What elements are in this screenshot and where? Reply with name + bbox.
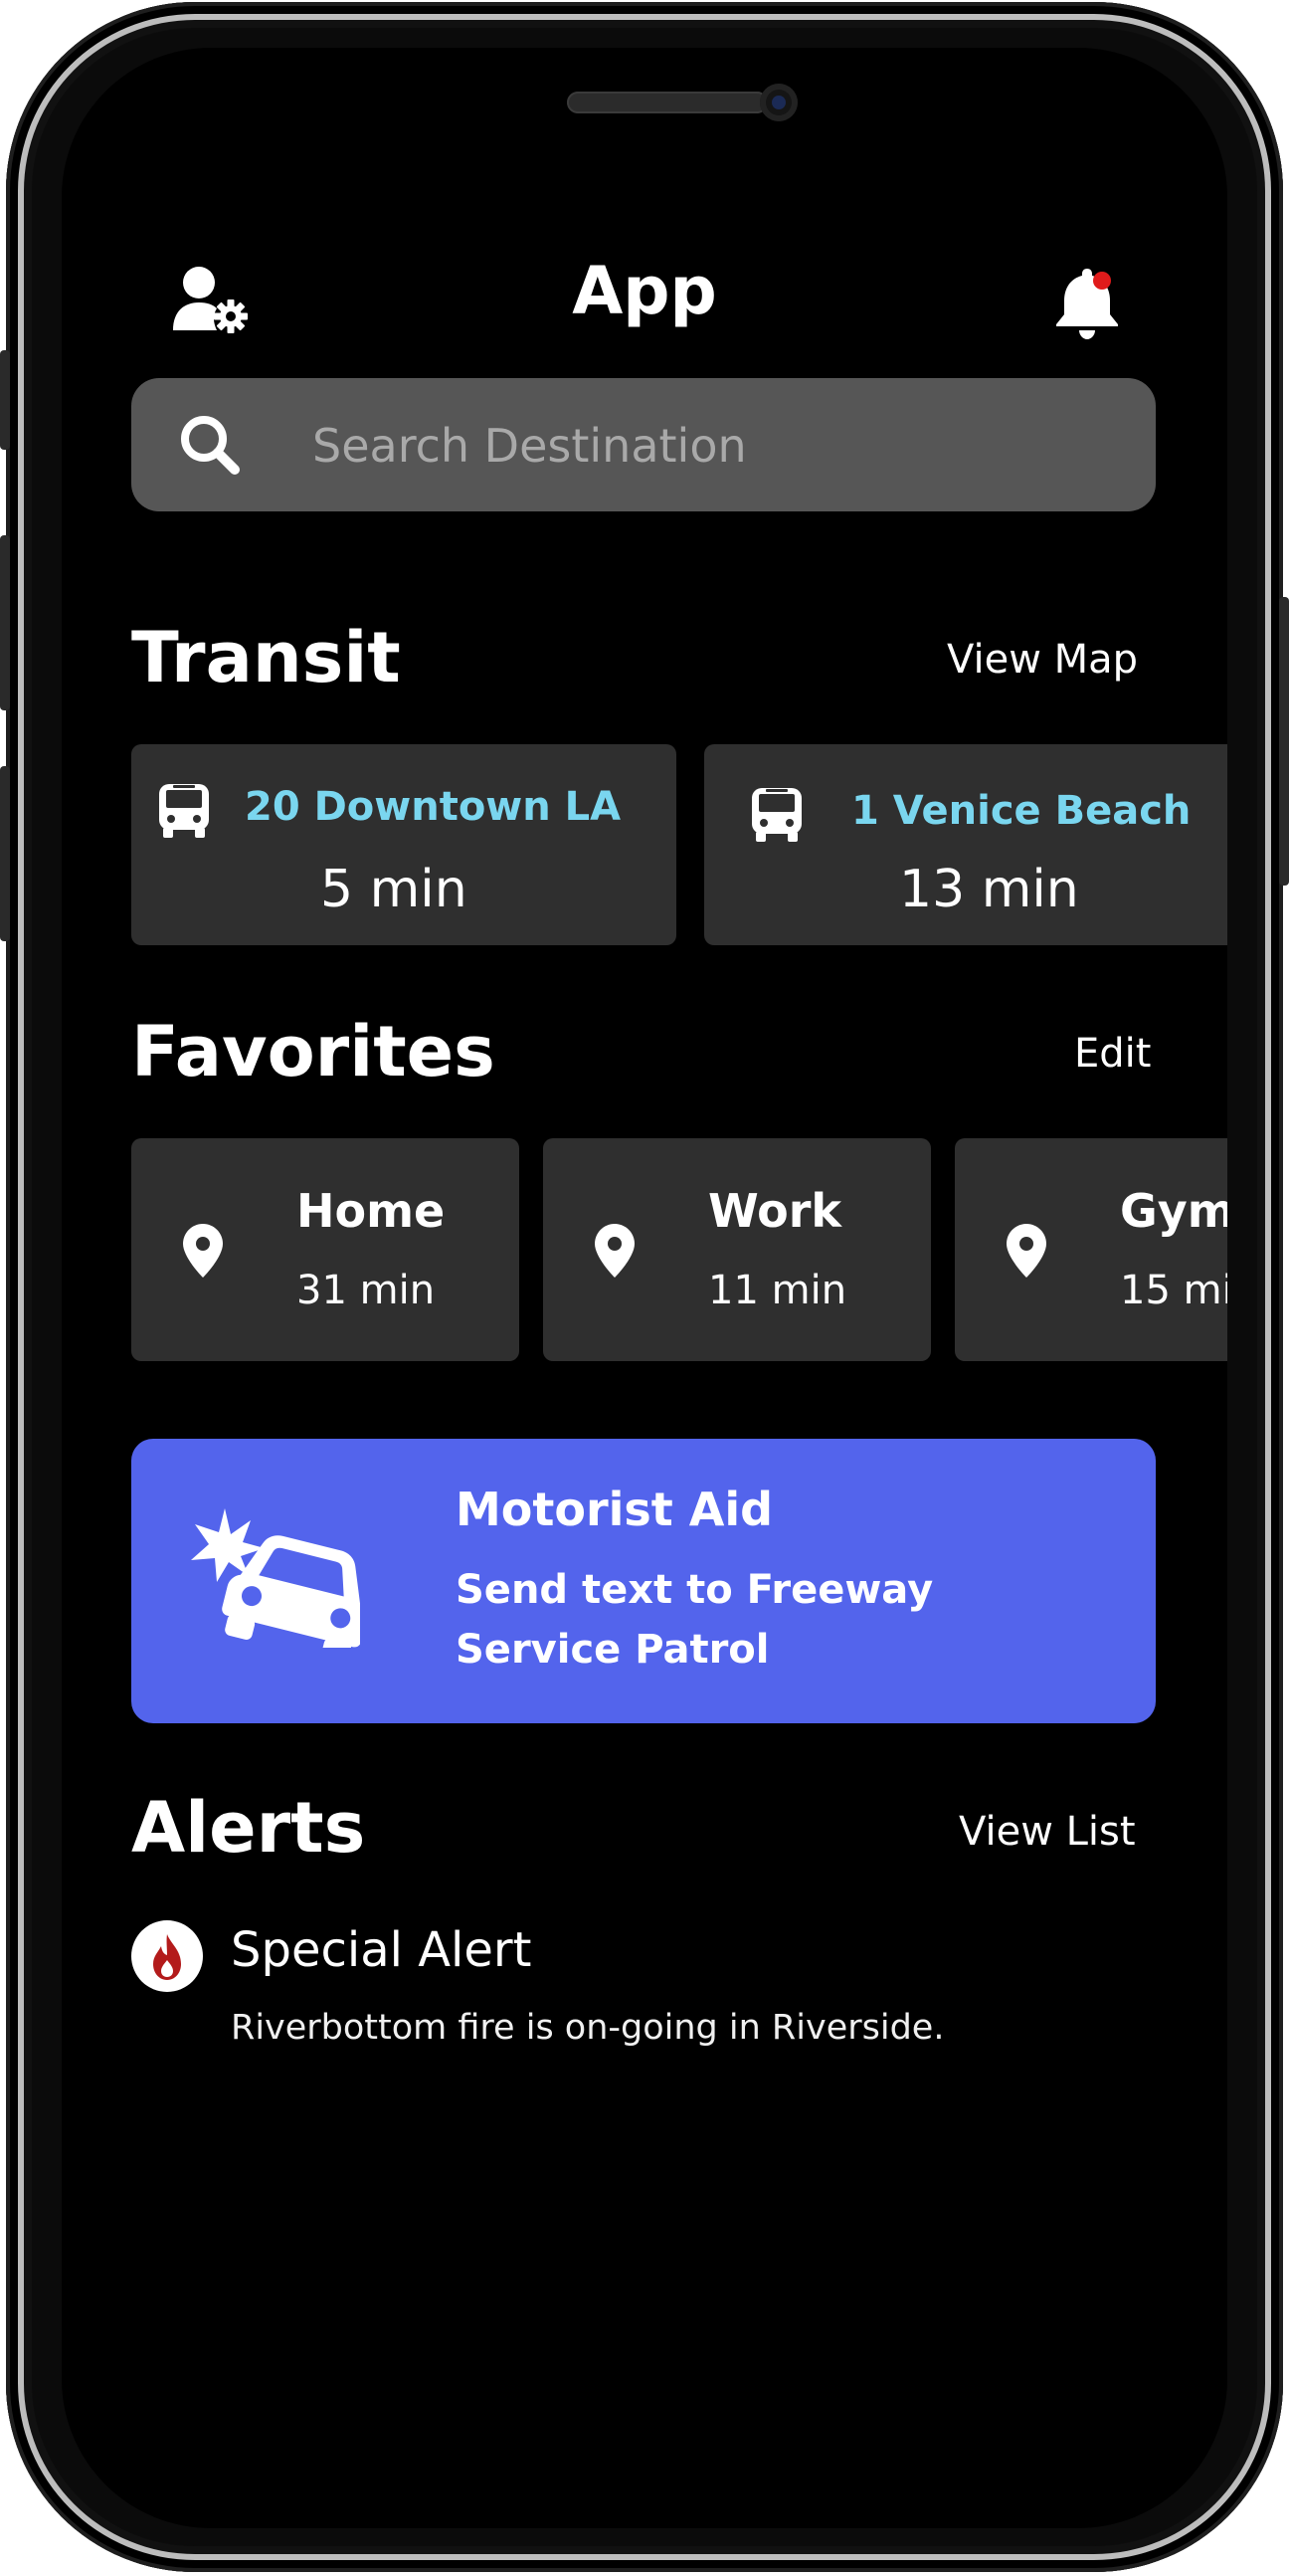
car-crash-icon bbox=[191, 1508, 367, 1665]
favorite-card[interactable]: Work 11 min bbox=[543, 1138, 931, 1361]
favorite-card[interactable]: Gym 15 min bbox=[955, 1138, 1227, 1361]
bus-icon bbox=[157, 780, 211, 840]
search-icon bbox=[179, 414, 241, 476]
alert-title[interactable]: Special Alert bbox=[231, 1922, 531, 1978]
side-button bbox=[0, 535, 10, 710]
view-map-link[interactable]: View Map bbox=[947, 637, 1138, 683]
route-label: 20 Downtown LA bbox=[245, 784, 622, 830]
favorite-eta: 15 min bbox=[1120, 1268, 1227, 1313]
favorite-name: Home bbox=[296, 1184, 446, 1238]
search-input[interactable] bbox=[310, 378, 1130, 513]
fire-icon bbox=[131, 1920, 203, 1992]
alerts-section-title: Alerts bbox=[131, 1787, 366, 1869]
side-button bbox=[0, 350, 10, 450]
map-pin-icon bbox=[1005, 1222, 1048, 1280]
phone-screen: App Transit View Map bbox=[62, 48, 1227, 2528]
edit-favorites-link[interactable]: Edit bbox=[1074, 1031, 1151, 1077]
route-label: 1 Venice Beach bbox=[851, 788, 1192, 834]
map-pin-icon bbox=[593, 1222, 637, 1280]
favorites-section-title: Favorites bbox=[131, 1011, 495, 1092]
favorite-eta: 11 min bbox=[708, 1268, 847, 1313]
favorite-name: Gym bbox=[1120, 1184, 1227, 1238]
front-camera bbox=[760, 84, 798, 121]
motorist-aid-description: Send text to Freeway Service Patrol bbox=[456, 1567, 934, 1673]
route-eta: 13 min bbox=[899, 860, 1079, 919]
favorite-name: Work bbox=[708, 1184, 841, 1238]
bell-icon[interactable] bbox=[1052, 265, 1122, 340]
motorist-aid-title: Motorist Aid bbox=[456, 1483, 774, 1536]
favorite-eta: 31 min bbox=[296, 1268, 436, 1313]
app-header: App bbox=[62, 237, 1227, 346]
speaker-grille bbox=[567, 92, 768, 113]
transit-route-card[interactable]: 1 Venice Beach 13 min bbox=[704, 744, 1227, 945]
side-button bbox=[0, 766, 10, 941]
motorist-aid-card[interactable]: Motorist Aid Send text to Freeway Servic… bbox=[131, 1439, 1156, 1723]
notification-dot bbox=[1093, 272, 1111, 290]
bus-icon bbox=[750, 784, 804, 844]
transit-route-card[interactable]: 20 Downtown LA 5 min bbox=[131, 744, 676, 945]
alert-body: Riverbottom fire is on-going in Riversid… bbox=[231, 2008, 945, 2048]
transit-section-title: Transit bbox=[131, 617, 401, 698]
route-eta: 5 min bbox=[320, 860, 467, 919]
side-button bbox=[1279, 597, 1289, 886]
favorite-card[interactable]: Home 31 min bbox=[131, 1138, 519, 1361]
view-list-link[interactable]: View List bbox=[959, 1809, 1136, 1855]
map-pin-icon bbox=[181, 1222, 225, 1280]
search-bar[interactable] bbox=[131, 378, 1156, 513]
